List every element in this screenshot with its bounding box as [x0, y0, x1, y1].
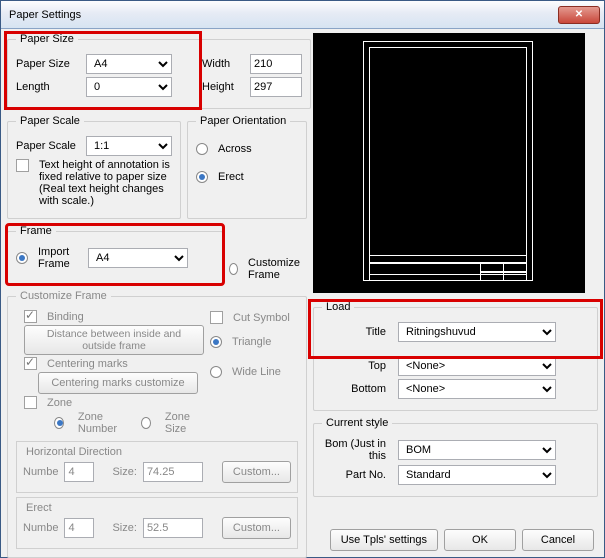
wideline-label: Wide Line — [232, 366, 281, 378]
paper-size-group: Paper Size Paper Size A4 Width Length 0 … — [7, 33, 311, 109]
cut-symbol-checkbox[interactable] — [210, 311, 223, 324]
use-tpls-button[interactable]: Use Tpls' settings — [330, 529, 438, 551]
left-column: Paper Size Paper Size A4 Width Length 0 … — [7, 33, 307, 517]
right-column: Load Title Ritningshuvud Top <None> Bott… — [313, 33, 598, 517]
preview-page-inner — [369, 47, 527, 275]
customize-frame-group: Customize Frame Binding Distance between… — [7, 290, 307, 558]
erect-radio[interactable] — [196, 171, 208, 183]
height-input[interactable] — [250, 77, 302, 97]
titlebar[interactable]: Paper Settings ✕ — [1, 1, 604, 29]
paper-scale-legend: Paper Scale — [16, 115, 84, 127]
h-num-label: Numbe — [23, 466, 58, 478]
dialog-body: Paper Size Paper Size A4 Width Length 0 … — [1, 29, 604, 557]
across-radio[interactable] — [196, 143, 208, 155]
load-bottom-select[interactable]: <None> — [398, 379, 556, 399]
across-label: Across — [218, 143, 252, 155]
partno-label: Part No. — [322, 469, 392, 481]
edir-legend: Erect — [23, 502, 55, 514]
wideline-radio[interactable] — [210, 366, 222, 378]
import-frame-radio[interactable] — [16, 252, 28, 264]
load-top-select[interactable]: <None> — [398, 356, 556, 376]
zone-number-radio[interactable] — [54, 417, 64, 429]
erect-label: Erect — [218, 171, 244, 183]
binding-label: Binding — [47, 311, 84, 323]
zone-number-label: Zone Number — [78, 411, 131, 435]
load-group: Load Title Ritningshuvud Top <None> Bott… — [313, 301, 598, 411]
customize-frame-radio[interactable] — [229, 263, 238, 275]
zone-size-label: Zone Size — [165, 411, 204, 435]
ok-button[interactable]: OK — [444, 529, 516, 551]
preview-titleblock — [369, 255, 527, 281]
orientation-legend: Paper Orientation — [196, 115, 290, 127]
centering-customize-button[interactable]: Centering marks customize — [38, 372, 198, 394]
load-bottom-label: Bottom — [322, 383, 392, 395]
frame-legend: Frame — [16, 225, 56, 237]
paper-scale-select[interactable]: 1:1 — [86, 136, 172, 156]
zone-size-radio[interactable] — [141, 417, 151, 429]
dialog-window: Paper Settings ✕ Paper Size Paper Size A… — [0, 0, 605, 558]
load-top-label: Top — [322, 360, 392, 372]
highlight-paper-size — [6, 33, 200, 108]
current-style-group: Current style Bom (Just in this BOM Part… — [313, 417, 598, 497]
customize-frame-legend: Customize Frame — [16, 290, 111, 302]
text-height-checkbox[interactable] — [16, 159, 29, 172]
zone-label: Zone — [47, 397, 72, 409]
h-size-input[interactable] — [143, 462, 203, 482]
h-custom-button[interactable]: Custom... — [222, 461, 291, 483]
width-label: Width — [202, 58, 244, 70]
customize-frame-label: Customize Frame — [248, 257, 309, 281]
binding-checkbox[interactable] — [24, 310, 37, 323]
import-frame-label: Import Frame — [38, 246, 82, 270]
paper-scale-label: Paper Scale — [16, 140, 80, 152]
bom-select[interactable]: BOM — [398, 440, 556, 460]
partno-select[interactable]: Standard — [398, 465, 556, 485]
triangle-radio[interactable] — [210, 336, 222, 348]
hdir-legend: Horizontal Direction — [23, 446, 125, 458]
orientation-group: Paper Orientation Across Erect — [187, 115, 307, 219]
height-label: Height — [202, 81, 244, 93]
text-height-note: Text height of annotation is fixed relat… — [39, 159, 172, 207]
cancel-button[interactable]: Cancel — [522, 529, 594, 551]
h-num-input[interactable] — [64, 462, 94, 482]
import-frame-select[interactable]: A4 — [88, 248, 188, 268]
distance-button[interactable]: Distance between inside and outside fram… — [24, 325, 204, 355]
width-input[interactable] — [250, 54, 302, 74]
bom-label: Bom (Just in this — [322, 438, 392, 462]
triangle-label: Triangle — [232, 336, 271, 348]
centering-checkbox[interactable] — [24, 357, 37, 370]
h-size-label: Size: — [112, 466, 136, 478]
centering-label: Centering marks — [47, 358, 128, 370]
frame-group: Frame Import Frame A4 — [7, 225, 223, 284]
zone-checkbox[interactable] — [24, 396, 37, 409]
close-button[interactable]: ✕ — [558, 6, 600, 24]
button-bar: Use Tpls' settings OK Cancel — [1, 529, 604, 551]
paper-scale-group: Paper Scale Paper Scale 1:1 Text height … — [7, 115, 181, 219]
window-title: Paper Settings — [9, 9, 81, 21]
preview-area — [313, 33, 585, 293]
horizontal-direction-group: Horizontal Direction Numbe Size: Custom.… — [16, 441, 298, 493]
highlight-load — [310, 301, 601, 357]
current-style-legend: Current style — [322, 417, 392, 429]
cut-symbol-label: Cut Symbol — [233, 312, 290, 324]
